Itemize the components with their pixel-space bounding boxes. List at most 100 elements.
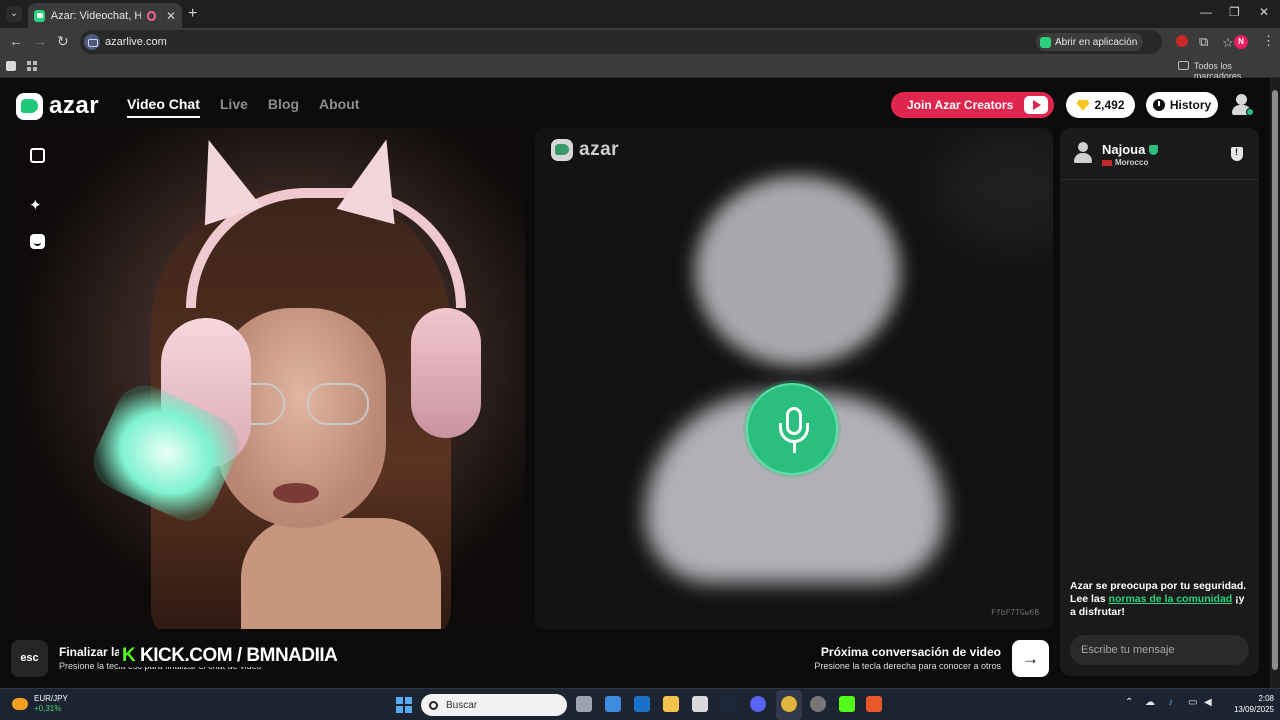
close-window-button[interactable]: ✕	[1259, 5, 1269, 19]
browser-menu-icon[interactable]: ⋮	[1262, 33, 1275, 49]
obs-icon[interactable]	[810, 696, 826, 712]
end-chat-esc-button[interactable]: esc	[11, 640, 48, 677]
azar-logo[interactable]: azar	[16, 92, 99, 120]
reload-button[interactable]: ↻	[57, 33, 69, 50]
bookmark-icon[interactable]	[6, 61, 16, 71]
history-label: History	[1169, 98, 1212, 112]
forward-button[interactable]: →	[33, 33, 47, 49]
address-bar[interactable]: azarlive.com Abrir en aplicación ☆	[80, 30, 1234, 54]
browser-tab-strip: ⌄ Azar: Videochat, Haz nuevo ✕ + — ❐ ✕	[0, 0, 1280, 28]
gems-count: 2,492	[1094, 98, 1125, 112]
profile-avatar[interactable]: N	[1234, 35, 1248, 49]
youtube-play-icon	[1024, 96, 1048, 114]
video-glasses-right	[307, 383, 369, 425]
nav-about[interactable]: About	[319, 96, 359, 118]
steam-icon[interactable]	[721, 696, 737, 712]
safety-notice: Azar se preocupa por tu seguridad. Lee l…	[1070, 580, 1250, 619]
kick-logo-letter: K	[122, 645, 136, 666]
kick-streaming-icon[interactable]	[839, 696, 855, 712]
kick-channel-text: KICK.COM / BMNADIIA	[140, 645, 338, 666]
community-guidelines-link[interactable]: normas de la comunidad	[1109, 593, 1233, 605]
azar-watermark-text: azar	[579, 139, 620, 160]
extensions-puzzle-icon[interactable]: ⧉	[1199, 34, 1208, 50]
clock-time: 2:08	[1258, 694, 1274, 703]
remote-video: azar FfbF7TGw6B	[535, 128, 1053, 629]
main-nav: Video Chat Live Blog About	[127, 96, 359, 118]
market-widget[interactable]: EUR/JPY +0,31%	[12, 694, 68, 714]
bookmark-star-icon[interactable]: ☆	[1222, 35, 1234, 51]
nav-live[interactable]: Live	[220, 96, 248, 118]
page-scrollbar[interactable]	[1270, 78, 1280, 688]
video-person-shoulders	[241, 518, 441, 629]
minimize-video-icon[interactable]	[30, 148, 45, 163]
folder-icon	[1178, 61, 1189, 70]
nav-video-chat[interactable]: Video Chat	[127, 96, 200, 118]
session-code: FfbF7TGw6B	[991, 608, 1040, 617]
windows-taskbar: EUR/JPY +0,31% Buscar ⌃ ☁ ♪ ▭ ◀ 2:08 13/…	[0, 688, 1280, 720]
minimize-window-button[interactable]: —	[1200, 5, 1212, 19]
partner-country-label: Morocco	[1115, 158, 1149, 167]
history-button[interactable]: History	[1146, 92, 1218, 118]
gems-balance-button[interactable]: 2,492	[1066, 92, 1135, 118]
chat-message-input[interactable]	[1070, 635, 1249, 665]
clock-date: 13/09/2025	[1233, 705, 1274, 714]
open-in-app-label: Abrir en aplicación	[1055, 36, 1138, 48]
windows-start-icon[interactable]	[396, 697, 412, 713]
azar-logo-icon	[16, 92, 43, 120]
chat-header: Najoua Morocco	[1060, 128, 1259, 180]
screen-capture-icon[interactable]	[692, 696, 708, 712]
file-explorer-icon[interactable]	[663, 696, 679, 712]
currency-change: +0,31%	[34, 704, 62, 713]
user-account-avatar[interactable]	[1230, 92, 1254, 118]
search-icon	[429, 700, 438, 710]
azar-watermark-icon	[551, 139, 573, 161]
site-info-icon[interactable]	[84, 34, 100, 50]
azar-favicon-icon	[34, 9, 45, 22]
microphone-button[interactable]	[746, 383, 838, 475]
stream-overlay-text: K KICK.COM / BMNADIIA	[119, 645, 341, 667]
market-widget-icon	[12, 698, 28, 710]
tab-close-icon[interactable]: ✕	[166, 9, 176, 23]
browser-toolbar: ← → ↻ azarlive.com Abrir en aplicación ☆	[0, 28, 1280, 56]
tab-search-button[interactable]: ⌄	[6, 6, 22, 22]
local-video: ✦	[11, 128, 525, 629]
nav-blog[interactable]: Blog	[268, 96, 299, 118]
mic-tray-icon[interactable]: ♪	[1168, 697, 1173, 708]
task-view-icon[interactable]	[576, 696, 592, 712]
clock-icon	[1152, 99, 1165, 111]
verified-shield-icon	[1149, 145, 1158, 155]
discord-icon[interactable]	[750, 696, 766, 712]
partner-name[interactable]: Najoua	[1102, 142, 1145, 157]
volume-icon[interactable]: ◀	[1204, 697, 1212, 708]
partner-avatar[interactable]	[1072, 142, 1094, 166]
back-button[interactable]: ←	[9, 33, 23, 49]
morocco-flag-icon	[1102, 159, 1112, 166]
new-tab-button[interactable]: +	[188, 5, 197, 23]
ms-store-icon[interactable]	[605, 696, 621, 712]
face-filter-icon[interactable]	[30, 234, 45, 249]
open-in-app-button[interactable]: Abrir en aplicación	[1036, 33, 1144, 51]
display-icon[interactable]: ▭	[1188, 697, 1197, 708]
extension-icon[interactable]	[1176, 35, 1188, 47]
next-chat-title: Próxima conversación de video	[820, 645, 1001, 659]
effects-sparkle-icon[interactable]: ✦	[29, 198, 44, 213]
azar-page: azar Video Chat Live Blog About Join Aza…	[0, 78, 1270, 688]
scrollbar-thumb[interactable]	[1272, 90, 1278, 670]
maximize-window-button[interactable]: ❐	[1229, 5, 1240, 19]
partner-avatar-body	[1074, 153, 1092, 163]
apps-grid-icon[interactable]	[27, 61, 37, 71]
report-shield-icon[interactable]	[1231, 147, 1243, 161]
recording-app-icon[interactable]	[866, 696, 882, 712]
outlook-icon[interactable]	[634, 696, 650, 712]
partner-avatar-head	[1078, 142, 1088, 152]
bookmarks-bar: Todos los marcadores	[0, 56, 1280, 81]
browser-tab-azar[interactable]: Azar: Videochat, Haz nuevo ✕	[28, 3, 182, 28]
taskbar-search[interactable]: Buscar	[421, 694, 567, 716]
chrome-icon[interactable]	[781, 696, 797, 712]
system-clock[interactable]: 2:08 13/09/2025	[1224, 693, 1274, 715]
next-chat-arrow-button[interactable]: →	[1012, 640, 1049, 677]
tray-chevron-icon[interactable]: ⌃	[1125, 697, 1133, 708]
cloud-icon[interactable]: ☁	[1145, 697, 1155, 708]
blurred-silhouette-head	[695, 176, 900, 366]
join-azar-creators-button[interactable]: Join Azar Creators	[891, 92, 1054, 118]
